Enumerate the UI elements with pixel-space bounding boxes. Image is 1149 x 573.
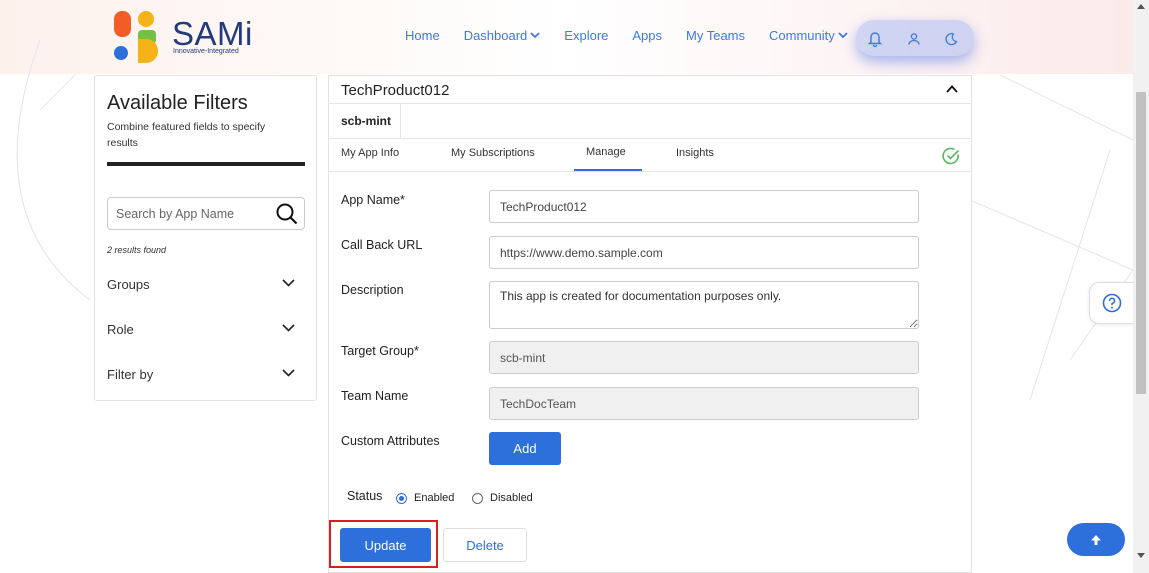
search-input[interactable] [116,205,266,223]
chevron-down-icon [282,324,295,332]
description-label: Description [341,283,404,297]
help-icon [1102,293,1121,313]
status-enabled-label: Enabled [414,492,455,504]
chevron-down-icon [530,32,540,39]
status-disabled-label: Disabled [490,492,533,504]
top-navbar: SAMi Innovative-Integrated Home Dashboar… [0,0,1133,74]
nav-explore-label: Explore [564,28,609,43]
filter-groups[interactable]: Groups [107,275,305,299]
check-circle-icon [942,147,960,165]
filters-panel: Available Filters Combine featured field… [94,75,317,401]
nav-explore[interactable]: Explore [564,28,608,43]
theme-toggle-button[interactable] [938,26,964,52]
bell-icon [868,32,882,47]
app-search-box [107,197,305,230]
radio-checked-icon [396,492,407,504]
app-title: TechProduct012 [341,82,450,99]
logo-mark-icon [114,11,158,63]
notifications-button[interactable] [862,26,888,52]
scroll-down-arrow-icon[interactable] [1137,553,1145,558]
help-button[interactable] [1089,282,1133,324]
filter-role[interactable]: Role [107,320,305,344]
group-divider [329,138,971,139]
chevron-down-icon [838,32,848,39]
nav-community[interactable]: Community [769,28,848,43]
group-tab[interactable]: scb-mint [329,104,401,138]
tabs-divider [329,171,971,172]
status-disabled-option[interactable]: Disabled [472,492,533,504]
filter-filter-by[interactable]: Filter by [107,365,305,389]
filters-subtitle: Combine featured fields to specify resul… [107,121,266,149]
results-count: 2 results found [107,245,167,255]
nav-community-label: Community [769,28,835,43]
callback-url-input[interactable] [489,236,919,269]
callback-url-label: Call Back URL [341,238,423,252]
tab-my-app-info[interactable]: My App Info [341,147,399,159]
filter-groups-label: Groups [107,277,150,292]
filter-filter-by-label: Filter by [107,367,154,382]
group-tab-label: scb-mint [341,114,392,128]
nav-apps-label: Apps [632,28,663,43]
nav-home-label: Home [405,28,440,43]
profile-button[interactable] [901,26,927,52]
page-scrollbar[interactable] [1133,0,1149,573]
team-name-label: Team Name [341,389,409,403]
description-textarea[interactable]: This app is created for documentation pu… [489,281,919,329]
nav-dashboard-label: Dashboard [463,28,528,43]
nav-my-teams-label: My Teams [686,28,746,43]
arrow-up-icon [1091,534,1101,545]
nav-home[interactable]: Home [405,28,440,43]
search-icon[interactable] [275,202,299,226]
target-group-label: Target Group* [341,344,419,358]
status-enabled-option[interactable]: Enabled [396,492,454,504]
app-card: TechProduct012 scb-mint My App Info My S… [328,75,972,573]
add-attribute-button[interactable]: Add [489,432,561,465]
main-nav: Home Dashboard Explore Apps My Teams Com… [405,28,872,43]
app-name-input[interactable] [489,190,919,223]
radio-unchecked-icon [472,492,483,504]
chevron-down-icon [282,369,295,377]
custom-attributes-label: Custom Attributes [341,434,440,448]
logo-tagline: Innovative-Integrated [173,48,239,55]
chevron-down-icon [282,279,295,287]
update-button[interactable]: Update [340,528,431,562]
team-name-input [489,387,919,420]
nav-my-teams[interactable]: My Teams [686,28,745,43]
tab-my-subscriptions[interactable]: My Subscriptions [451,147,535,159]
moon-icon [945,32,958,46]
filters-title: Available Filters [107,92,248,114]
nav-icon-group [856,20,974,56]
user-icon [908,33,920,45]
filter-role-label: Role [107,322,134,337]
app-card-header: TechProduct012 [329,76,971,104]
sami-logo[interactable]: SAMi Innovative-Integrated [112,11,262,63]
tab-manage[interactable]: Manage [586,146,626,158]
scrollbar-thumb[interactable] [1136,92,1146,394]
target-group-input [489,341,919,374]
tab-insights[interactable]: Insights [676,147,714,159]
nav-apps[interactable]: Apps [632,28,662,43]
filters-divider [107,162,305,166]
nav-dashboard[interactable]: Dashboard [464,28,541,43]
scroll-up-arrow-icon[interactable] [1137,4,1145,9]
scroll-to-top-button[interactable] [1067,523,1125,556]
status-label: Status [347,489,383,503]
chevron-up-icon[interactable] [945,82,959,96]
app-name-label: App Name* [341,193,405,207]
delete-button[interactable]: Delete [443,528,527,562]
